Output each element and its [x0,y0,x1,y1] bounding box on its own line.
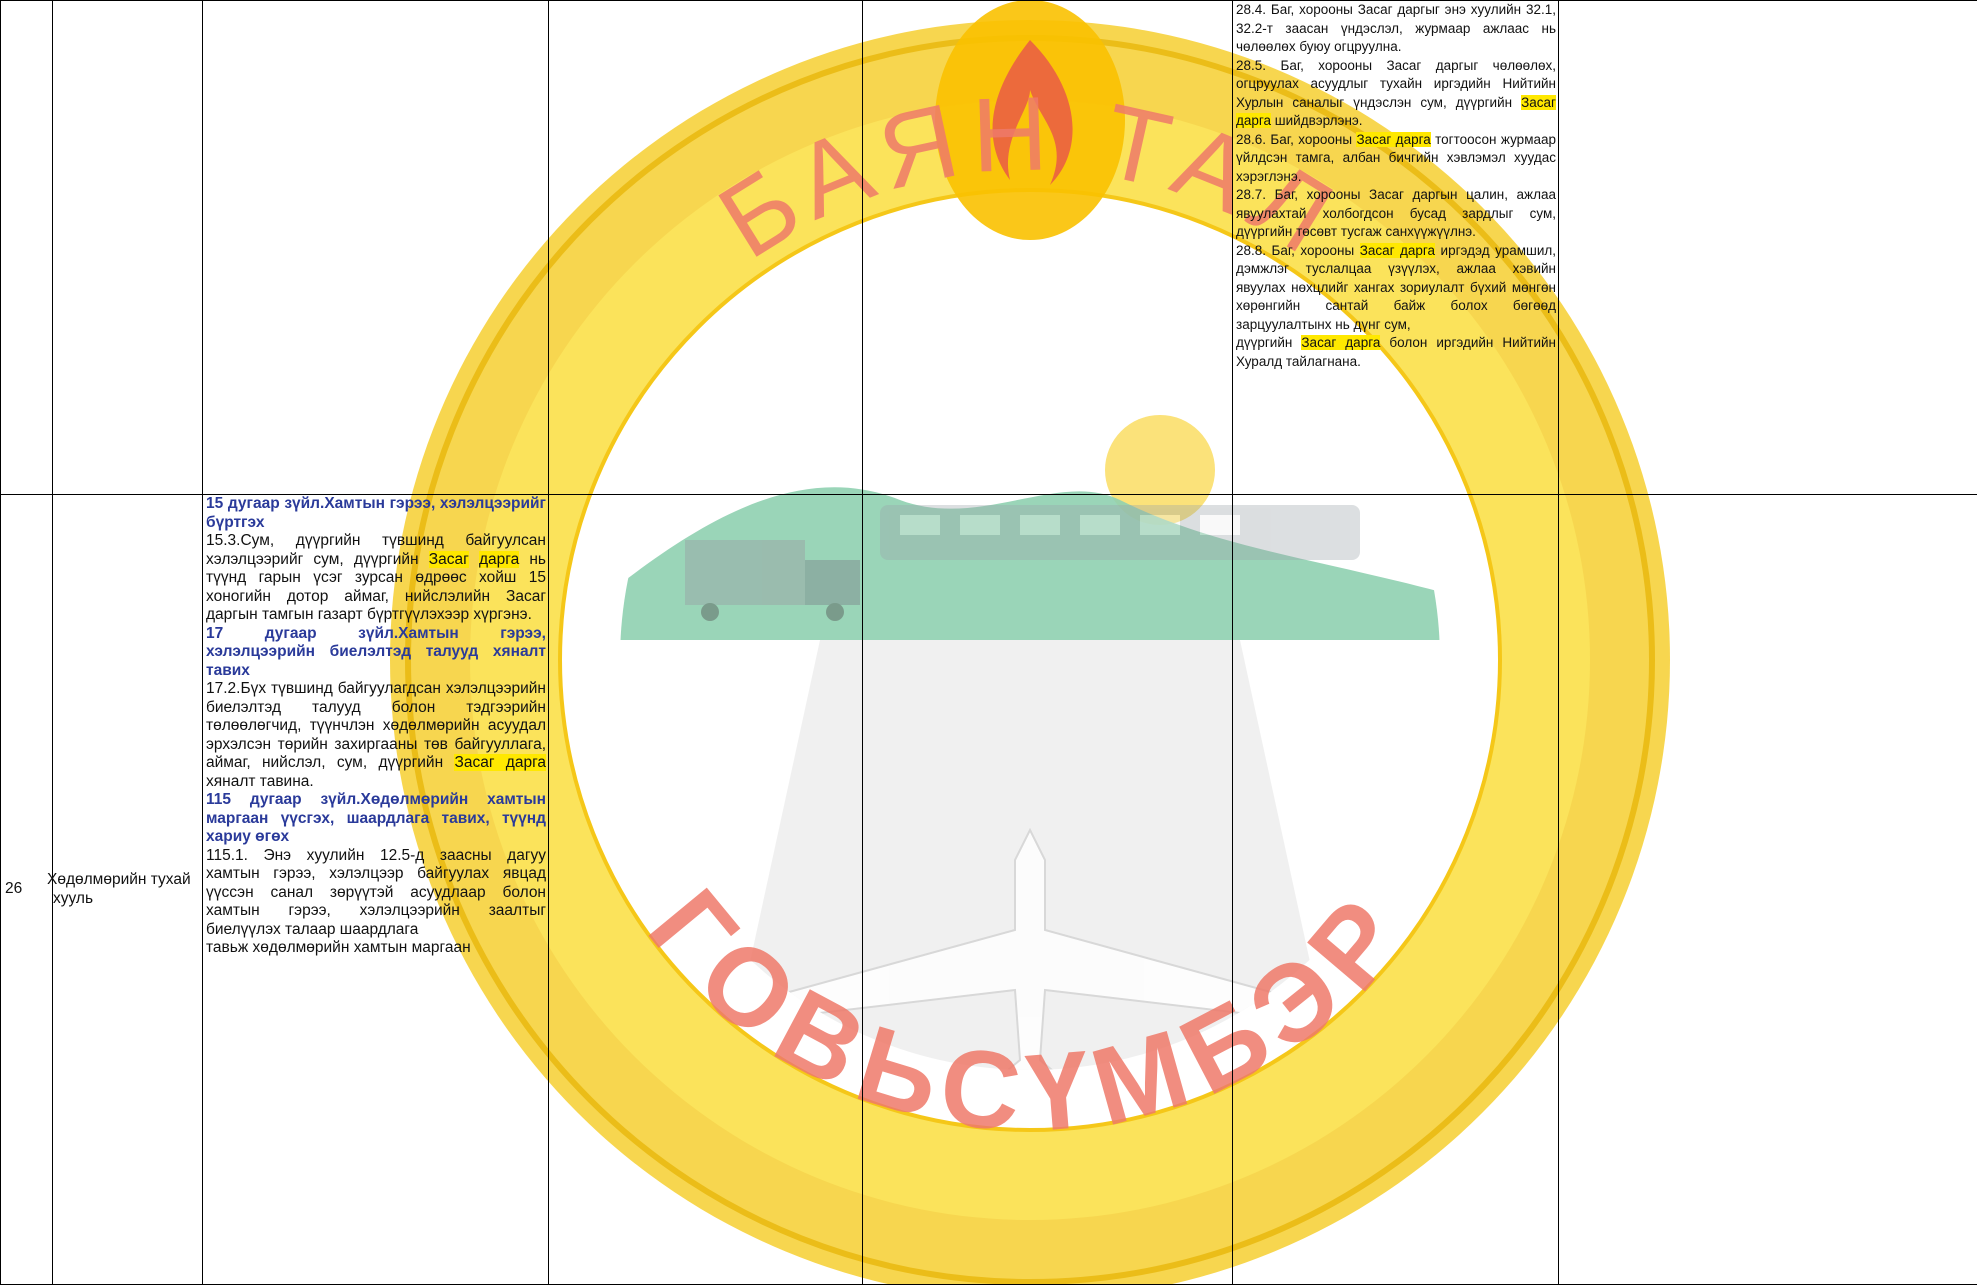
table-row: 28.4. Баг, хорооны Засаг даргыг энэ хуул… [1,1,1977,495]
law-comparison-table: 28.4. Баг, хорооны Засаг даргыг энэ хуул… [0,0,1977,1285]
text-run: шийдвэрлэнэ. [1271,113,1363,128]
row1-col3-cell [203,1,549,495]
text-run: 28.8. Баг, хорооны [1236,243,1360,258]
highlighted-term: Засаг дарга [1301,335,1380,350]
row1-col7-cell [1559,1,1977,495]
row2-number-cell: 26 [1,495,53,1285]
article-paragraph: 28.7. Баг, хорооны Засаг даргын цалин, а… [1236,186,1556,242]
text-run: дүүргийн [1236,335,1301,350]
row1-law-name-cell [53,1,203,495]
article-paragraph: 28.5. Баг, хорооны Засаг даргыг чөлөөлөх… [1236,57,1556,131]
row1-col5-cell [863,1,1233,495]
text-run [469,551,479,568]
article-paragraph: дүүргийн Засаг дарга болон иргэдийн Нийт… [1236,334,1556,371]
highlighted-term: Засаг [429,551,469,568]
text-run: 115 дугаар зүйл.Хөдөлмөрийн хамтын марга… [206,791,546,845]
row1-col4-cell [549,1,863,495]
text-run: 17 дугаар зүйл.Хамтын гэрээ, хэлэлцээрий… [206,625,546,679]
article-paragraph: 15.3.Сум, дүүргийн түвшинд байгуулсан хэ… [206,532,546,625]
article-heading: 17 дугаар зүйл.Хамтын гэрээ, хэлэлцээрий… [206,625,546,681]
row1-col6-text: 28.4. Баг, хорооны Засаг даргыг энэ хуул… [1233,1,1558,371]
article-paragraph: 28.8. Баг, хорооны Засаг дарга иргэдэд у… [1236,242,1556,335]
article-paragraph: 28.4. Баг, хорооны Засаг даргыг энэ хуул… [1236,1,1556,57]
row2-col5-cell [863,495,1233,1285]
row1-number-cell [1,1,53,495]
text-run: 115.1. Энэ хуулийн 12.5-д заасны дагуу х… [206,847,546,938]
highlighted-term: дарга [479,551,519,568]
text-run: 28.4. Баг, хорооны Засаг даргыг энэ хуул… [1236,2,1556,54]
row2-col4-cell [549,495,863,1285]
row-number: 26 [1,880,52,899]
row2-col7-cell [1559,495,1977,1285]
text-run: тавьж хөдөлмөрийн хамтын маргаан [206,939,471,956]
highlighted-term: Засаг дарга [454,754,546,771]
row2-col3-text: 15 дугаар зүйл.Хамтын гэрээ, хэлэлцээрий… [203,495,548,958]
highlighted-term: Засаг [1521,95,1556,110]
article-heading: 115 дугаар зүйл.Хөдөлмөрийн хамтын марга… [206,791,546,847]
article-paragraph: 28.6. Баг, хорооны Засаг дарга тогтоосон… [1236,131,1556,187]
highlighted-term: дарга [1236,113,1271,128]
row2-law-name-cell: Хөдөлмөрийн тухай хууль [53,495,203,1285]
row1-col6-cell: 28.4. Баг, хорооны Засаг даргыг энэ хуул… [1233,1,1559,495]
table-row: 26 Хөдөлмөрийн тухай хууль 15 дугаар зүй… [1,495,1977,1285]
article-paragraph: тавьж хөдөлмөрийн хамтын маргаан [206,939,546,958]
article-paragraph: 115.1. Энэ хуулийн 12.5-д заасны дагуу х… [206,847,546,940]
highlighted-term: Засаг дарга [1360,243,1435,258]
text-run: хяналт тавина. [206,773,314,790]
row2-col6-cell [1233,495,1559,1285]
law-name: Хөдөлмөрийн тухай хууль [53,871,202,908]
highlighted-term: Засаг дарга [1356,132,1430,147]
article-paragraph: 17.2.Бүх түвшинд байгуулагдсан хэлэлцээр… [206,680,546,791]
row2-col3-cell: 15 дугаар зүйл.Хамтын гэрээ, хэлэлцээрий… [203,495,549,1285]
text-run: 28.7. Баг, хорооны Засаг даргын цалин, а… [1236,187,1556,239]
article-heading: 15 дугаар зүйл.Хамтын гэрээ, хэлэлцээрий… [206,495,546,532]
text-run: 28.6. Баг, хорооны [1236,132,1356,147]
text-run: 28.5. Баг, хорооны Засаг даргыг чөлөөлөх… [1236,58,1556,110]
text-run: 15 дугаар зүйл.Хамтын гэрээ, хэлэлцээрий… [206,495,546,531]
